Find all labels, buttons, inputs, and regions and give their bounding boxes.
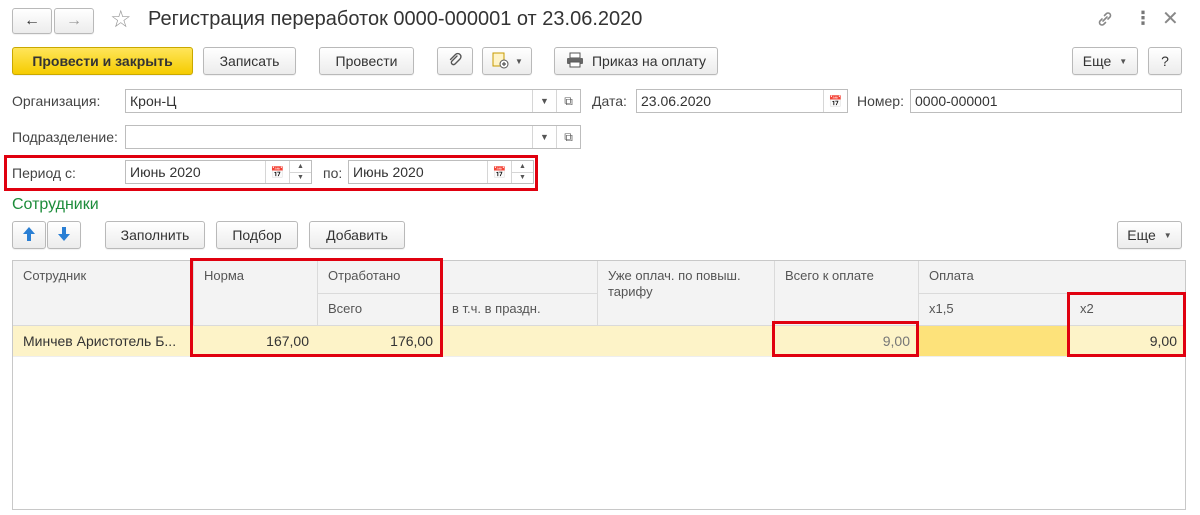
period-to-spinner[interactable]: ▲ ▼	[511, 161, 533, 183]
help-button[interactable]: ?	[1148, 47, 1182, 75]
header-x2[interactable]: x2	[1070, 294, 1185, 325]
more-label: Еще	[1082, 53, 1112, 69]
header-worked-total[interactable]: Всего	[318, 294, 441, 325]
period-to-label: по:	[323, 165, 343, 181]
arrow-up-icon	[22, 226, 36, 245]
attach-button[interactable]	[437, 47, 473, 75]
row-incl-holidays[interactable]	[442, 326, 597, 356]
header-total-to-pay[interactable]: Всего к оплате	[775, 261, 918, 325]
dept-label: Подразделение:	[12, 129, 118, 145]
employees-table[interactable]: Сотрудник Норма Отработано Всего в т.ч. …	[12, 260, 1186, 510]
add-button[interactable]: Добавить	[309, 221, 405, 249]
divider	[318, 293, 597, 294]
fill-button[interactable]: Заполнить	[105, 221, 205, 249]
dept-field[interactable]: ▼ ⧉	[125, 125, 581, 149]
calendar-icon[interactable]: 📅	[265, 161, 289, 183]
select-button[interactable]: Подбор	[216, 221, 298, 249]
org-value: Крон-Ц	[130, 93, 177, 109]
header-incl-holidays[interactable]: в т.ч. в праздн.	[442, 294, 597, 325]
calendar-icon[interactable]: 📅	[487, 161, 511, 183]
period-from-value: Июнь 2020	[130, 164, 201, 180]
post-button[interactable]: Провести	[319, 47, 414, 75]
divider	[1069, 294, 1070, 325]
chevron-down-icon: ▼	[515, 56, 523, 66]
chevron-down-icon: ▼	[1163, 230, 1172, 240]
header-already-paid[interactable]: Уже оплач. по повыш. тарифу	[598, 261, 774, 325]
row-total-to-pay[interactable]: 9,00	[775, 326, 918, 356]
row-x15[interactable]	[919, 326, 1069, 356]
table-more-label: Еще	[1127, 227, 1156, 243]
move-down-button[interactable]	[47, 221, 81, 249]
row-employee[interactable]: Минчев Аристотель Б...	[23, 326, 193, 356]
back-button[interactable]: ←	[12, 8, 52, 34]
forward-button[interactable]: →	[54, 8, 94, 34]
chevron-down-icon: ▼	[1119, 56, 1128, 66]
move-up-button[interactable]	[12, 221, 46, 249]
chevron-down-icon[interactable]: ▼	[532, 126, 556, 148]
org-field[interactable]: Крон-Ц ▼ ⧉	[125, 89, 581, 113]
divider	[193, 261, 194, 325]
write-button[interactable]: Записать	[203, 47, 296, 75]
divider	[441, 294, 442, 325]
payment-order-button[interactable]: Приказ на оплату	[554, 47, 718, 75]
table-more-button[interactable]: Еще ▼	[1117, 221, 1182, 249]
divider	[918, 261, 919, 325]
date-field[interactable]: 23.06.2020 📅	[636, 89, 848, 113]
open-icon[interactable]: ⧉	[556, 90, 580, 112]
period-from-field[interactable]: Июнь 2020 📅 ▲ ▼	[125, 160, 312, 184]
header-x15[interactable]: x1,5	[919, 294, 1069, 325]
row-norm[interactable]: 167,00	[194, 326, 317, 356]
period-to-field[interactable]: Июнь 2020 📅 ▲ ▼	[348, 160, 534, 184]
divider	[597, 261, 598, 325]
divider	[919, 293, 1185, 294]
printer-icon	[566, 52, 584, 71]
number-field[interactable]: 0000-000001	[910, 89, 1182, 113]
calendar-icon[interactable]: 📅	[823, 90, 847, 112]
more-button[interactable]: Еще ▼	[1072, 47, 1138, 75]
period-to-value: Июнь 2020	[353, 164, 424, 180]
row-worked-total[interactable]: 176,00	[318, 326, 441, 356]
create-based-on-button[interactable]: ▼	[482, 47, 532, 75]
header-employee[interactable]: Сотрудник	[13, 261, 193, 325]
page-title: Регистрация переработок 0000-000001 от 2…	[148, 8, 643, 30]
open-icon[interactable]: ⧉	[556, 126, 580, 148]
document-create-icon	[491, 51, 509, 72]
period-from-spinner[interactable]: ▲ ▼	[289, 161, 311, 183]
row-already-paid[interactable]	[598, 326, 774, 356]
date-value: 23.06.2020	[641, 93, 712, 109]
divider	[317, 261, 318, 325]
date-label: Дата:	[592, 93, 627, 109]
divider	[774, 261, 775, 325]
post-and-close-button[interactable]: Провести и закрыть	[12, 47, 193, 75]
employees-section-title: Сотрудники	[12, 196, 99, 213]
back-arrow-icon: ←	[24, 12, 40, 29]
period-from-label: Период с:	[12, 165, 76, 181]
header-norm[interactable]: Норма	[194, 261, 317, 325]
header-worked[interactable]: Отработано	[318, 261, 597, 293]
divider	[13, 356, 1185, 357]
kebab-menu-icon[interactable]: ⋮	[1134, 8, 1152, 29]
close-icon[interactable]: ✕	[1162, 6, 1179, 31]
favorite-star-icon[interactable]: ☆	[110, 5, 132, 34]
payment-order-label: Приказ на оплату	[591, 53, 707, 69]
number-label: Номер:	[857, 93, 904, 109]
number-value: 0000-000001	[915, 93, 998, 109]
row-x2[interactable]: 9,00	[1070, 326, 1185, 356]
header-payment[interactable]: Оплата	[919, 261, 1185, 293]
org-label: Организация:	[12, 93, 101, 109]
chevron-down-icon[interactable]: ▼	[532, 90, 556, 112]
arrow-down-icon	[57, 226, 71, 245]
link-icon[interactable]	[1096, 10, 1114, 28]
forward-arrow-icon: →	[66, 12, 82, 29]
paperclip-icon	[447, 52, 463, 71]
